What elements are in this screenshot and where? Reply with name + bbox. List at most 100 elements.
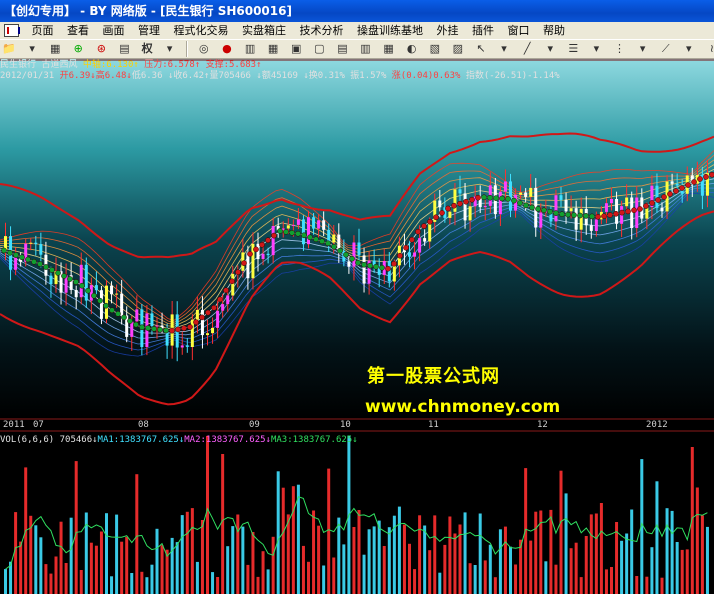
midline-dot: [463, 198, 469, 205]
add-icon[interactable]: ⊕: [70, 41, 86, 57]
table-icon[interactable]: ▦: [265, 41, 281, 57]
midline-dot: [475, 194, 481, 201]
menu-manage[interactable]: 管理: [133, 22, 165, 39]
settings-icon[interactable]: ▧: [427, 41, 443, 57]
candle-body: [301, 219, 305, 245]
chart-canvas[interactable]: [0, 59, 714, 594]
dropdown-icon[interactable]: ▾: [588, 41, 604, 57]
wave-icon[interactable]: ≀: [704, 41, 714, 57]
quote-volume: 量705466: [209, 71, 251, 81]
midline-dot: [337, 247, 343, 254]
grid-icon[interactable]: ▤: [116, 41, 132, 57]
quote-date: 2012/01/31: [0, 71, 55, 81]
volume-bar: [125, 536, 129, 594]
indicator-name[interactable]: 古道西风: [41, 60, 77, 70]
midline-dot: [631, 207, 637, 214]
info-icon[interactable]: ▨: [450, 41, 466, 57]
watermark-title: 第一股票公式网: [367, 366, 500, 387]
dropdown-icon[interactable]: ▾: [24, 41, 40, 57]
record-icon[interactable]: ●: [219, 41, 235, 57]
midline-dot: [115, 310, 121, 317]
midline-dot: [73, 279, 79, 285]
candle-body: [180, 345, 184, 348]
toolbar: 📁 ▾ ▦ ⊕ ⊛ ▤ 权 ▾ ◎ ● ▥ ▦ ▣ ▢ ▤ ▥ ▦ ◐ ▧ ▨ …: [0, 39, 714, 59]
menu-tech-analysis[interactable]: 技术分析: [295, 22, 349, 39]
menu-training[interactable]: 操盘训练基地: [352, 22, 428, 39]
glasses-icon[interactable]: ◎: [196, 41, 212, 57]
volume-bar: [544, 561, 548, 594]
user-icon[interactable]: ◐: [404, 41, 420, 57]
mid-axis-value: 中轴:6.130: [82, 60, 134, 70]
chart-icon[interactable]: ▥: [242, 41, 258, 57]
dropdown-icon[interactable]: ▾: [496, 41, 512, 57]
midline-dot: [211, 304, 217, 311]
vline-icon[interactable]: ⋮: [612, 41, 628, 57]
app-menu-icon[interactable]: [4, 24, 20, 37]
midline-dot: [565, 211, 571, 218]
midline-dot: [511, 197, 517, 204]
midline-dot: [415, 228, 421, 235]
candle-body: [347, 261, 351, 267]
candle-body: [559, 195, 563, 200]
open-folder-icon[interactable]: 📁: [1, 41, 17, 57]
volume-bar: [44, 564, 48, 594]
calculator-icon[interactable]: ▦: [47, 41, 63, 57]
volume-title[interactable]: VOL(6,6,6): [0, 435, 54, 445]
candle-body: [610, 199, 613, 204]
hline-icon[interactable]: ☰: [565, 41, 581, 57]
midline-dot: [49, 267, 55, 273]
menu-view[interactable]: 查看: [62, 22, 94, 39]
candle-body: [483, 205, 487, 208]
midline-dot: [373, 263, 379, 270]
candle-body: [463, 193, 467, 221]
midline-dot: [103, 302, 109, 309]
menu-screen[interactable]: 画面: [98, 22, 130, 39]
menu-live-box[interactable]: 实盘箱庄: [237, 22, 291, 39]
dropdown-icon[interactable]: ▾: [635, 41, 651, 57]
quan-button[interactable]: 权: [140, 41, 155, 57]
candle-body: [286, 225, 290, 229]
menu-program-trade[interactable]: 程式化交易: [169, 22, 234, 39]
midline-dot: [61, 273, 67, 279]
candle-body: [498, 191, 502, 215]
midline-dot: [541, 207, 547, 214]
fan-icon[interactable]: ⟋: [658, 41, 674, 57]
target-icon[interactable]: ⊛: [93, 41, 109, 57]
midline-dot: [517, 200, 523, 206]
print-icon[interactable]: ▦: [381, 41, 397, 57]
layout-icon[interactable]: ▥: [358, 41, 374, 57]
midline-dot: [7, 249, 13, 256]
midline-dot: [319, 238, 325, 245]
midline-dot: [655, 197, 661, 203]
midline-dot: [199, 314, 205, 321]
chart-area[interactable]: [0, 59, 714, 594]
volume-bar: [89, 542, 93, 594]
menu-window[interactable]: 窗口: [503, 22, 535, 39]
menu-page[interactable]: 页面: [27, 22, 59, 39]
formula-icon[interactable]: ▤: [334, 41, 350, 57]
menu-help[interactable]: 帮助: [538, 22, 570, 39]
midline-dot: [145, 325, 151, 331]
quote-turnover: 换0.31%: [308, 71, 345, 81]
menu-plugins[interactable]: 插件: [467, 22, 499, 39]
menu-plugin-ext[interactable]: 外挂: [432, 22, 464, 39]
candle-body: [604, 203, 608, 212]
dropdown-icon[interactable]: ▾: [542, 41, 558, 57]
midline-dot: [205, 309, 211, 316]
book-icon[interactable]: ▣: [288, 41, 304, 57]
dropdown-icon[interactable]: ▾: [681, 41, 697, 57]
window-icon[interactable]: ▢: [311, 41, 327, 57]
line-draw-icon[interactable]: ╱: [519, 41, 535, 57]
midline-dot: [685, 182, 691, 188]
arrow-cursor-icon[interactable]: ↖: [473, 41, 489, 57]
candle-body: [579, 208, 583, 230]
volume-bar: [94, 545, 98, 594]
volume-bar: [130, 573, 134, 594]
volume-bar: [584, 536, 588, 594]
midline-dot: [589, 213, 595, 220]
midline-dot: [55, 270, 61, 276]
volume-bar: [443, 544, 447, 594]
volume-bar: [322, 565, 326, 594]
candle-body: [211, 327, 215, 334]
dropdown-icon[interactable]: ▾: [162, 41, 178, 57]
